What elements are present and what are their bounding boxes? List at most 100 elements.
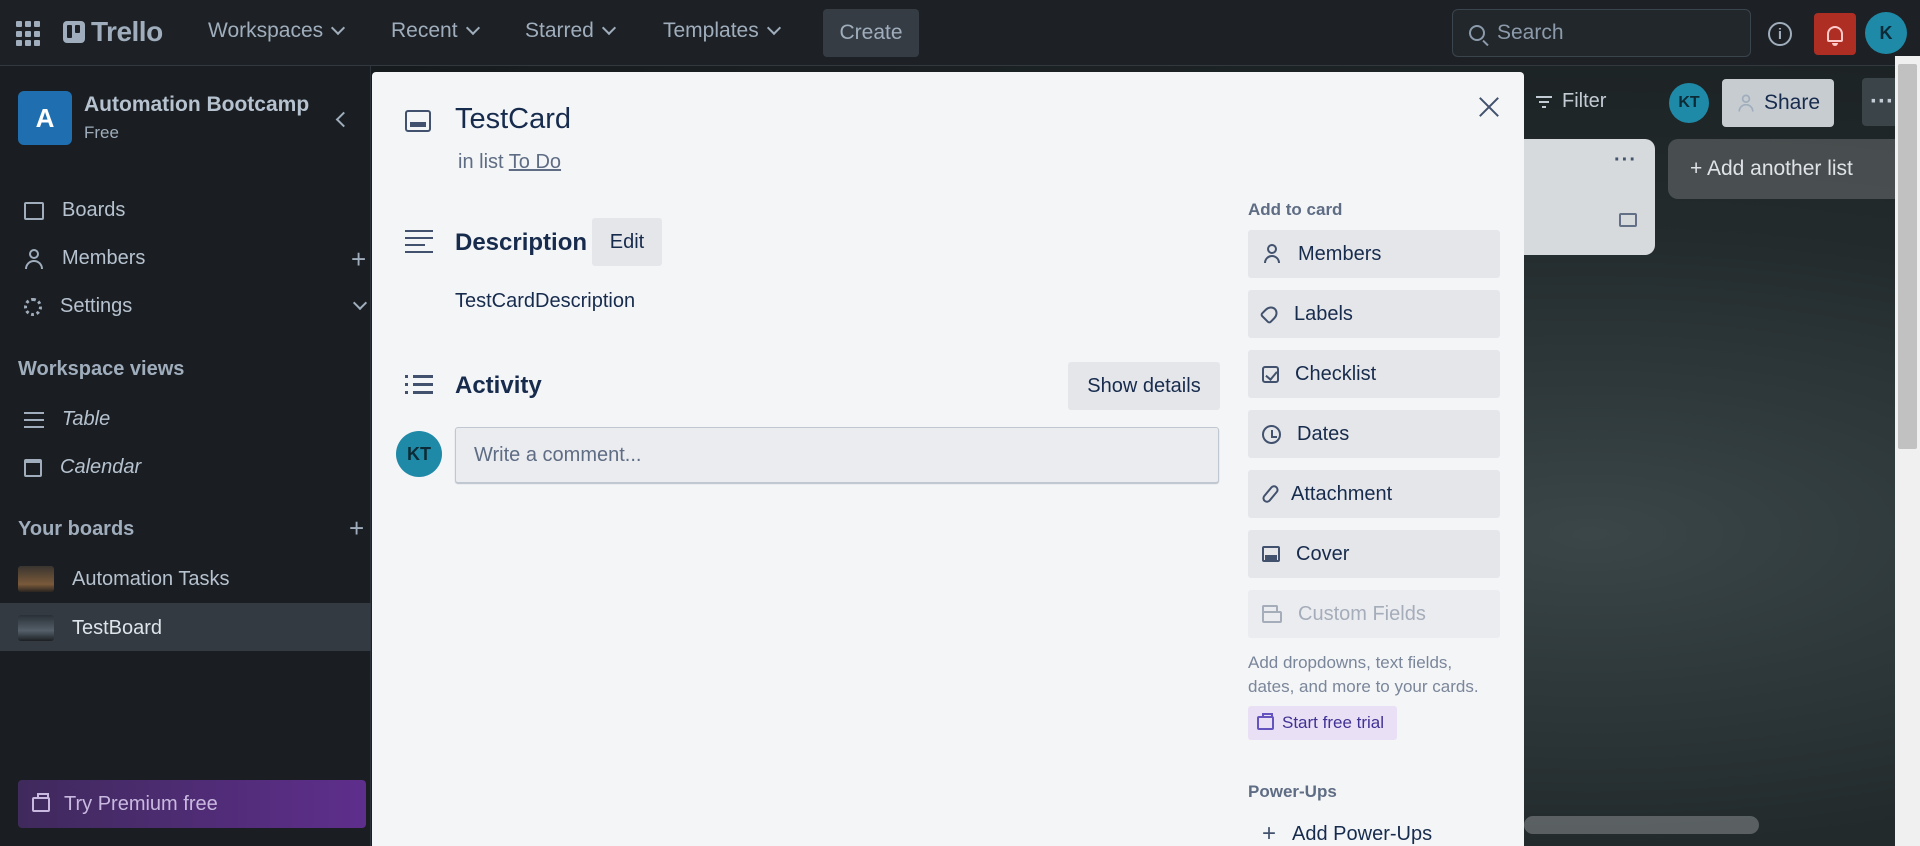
workspace-name: Automation Bootcamp — [84, 93, 310, 116]
card-members-button[interactable]: Members — [1248, 230, 1500, 278]
card-attachment-button[interactable]: Attachment — [1248, 470, 1500, 518]
sidebar-item-table[interactable]: Table — [24, 408, 110, 431]
chevron-down-icon — [766, 20, 781, 36]
search-icon — [1469, 25, 1485, 41]
trello-logo[interactable]: Trello — [63, 16, 163, 47]
plus-icon: + — [1262, 820, 1277, 846]
sidebar-item-settings[interactable]: Settings — [24, 295, 132, 318]
workspace-plan: Free — [84, 123, 119, 142]
board-member-avatar[interactable]: KT — [1669, 83, 1709, 123]
sidebar-item-label: Table — [62, 408, 111, 430]
checklist-icon — [1262, 365, 1279, 383]
filter-icon — [1536, 95, 1552, 108]
card-checklist-button[interactable]: Checklist — [1248, 350, 1500, 398]
clock-icon — [1262, 424, 1281, 444]
templates-label: Templates — [663, 19, 759, 42]
share-label: Share — [1763, 91, 1821, 114]
try-premium-button[interactable]: Try Premium free — [18, 780, 366, 828]
account-avatar[interactable]: K — [1865, 12, 1907, 54]
button-label: Custom Fields — [1298, 602, 1426, 625]
card-cover-button[interactable]: Cover — [1248, 530, 1500, 578]
add-member-icon[interactable]: + — [351, 246, 366, 272]
trello-logo-icon — [63, 21, 85, 43]
collapse-sidebar-icon[interactable] — [335, 111, 352, 128]
add-board-icon[interactable]: + — [349, 515, 364, 541]
filter-button[interactable]: Filter — [1536, 90, 1606, 113]
app-switcher-icon[interactable] — [16, 21, 42, 47]
button-label: Labels — [1294, 302, 1353, 325]
person-icon — [1262, 244, 1282, 264]
cover-icon — [1262, 546, 1280, 562]
sidebar-item-label: Boards — [62, 199, 126, 221]
page-vertical-scrollbar[interactable] — [1895, 56, 1920, 846]
start-free-trial-button[interactable]: Start free trial — [1248, 706, 1397, 740]
activity-icon — [405, 375, 435, 397]
custom-fields-icon — [1262, 605, 1282, 623]
recent-label: Recent — [391, 19, 458, 42]
workspace-avatar: A — [18, 91, 72, 145]
sidebar-item-calendar[interactable]: Calendar — [24, 456, 141, 479]
button-label: Dates — [1297, 422, 1350, 445]
create-button[interactable]: Create — [823, 9, 919, 57]
templates-menu[interactable]: Templates — [663, 19, 781, 43]
chevron-down-icon — [465, 20, 480, 36]
sidebar-item-label: Calendar — [60, 456, 142, 478]
recent-menu[interactable]: Recent — [391, 19, 480, 43]
trial-label: Start free trial — [1282, 713, 1385, 732]
board-horizontal-scrollbar[interactable] — [1524, 816, 1759, 834]
workspace-views-heading: Workspace views — [18, 358, 185, 380]
button-label: Attachment — [1291, 482, 1393, 505]
table-icon — [24, 411, 44, 428]
sidebar-item-label: Settings — [60, 295, 133, 317]
sidebar-board-automation-tasks[interactable]: Automation Tasks — [18, 566, 230, 592]
add-powerups-label: Add Power-Ups — [1292, 822, 1433, 845]
gear-icon — [24, 297, 42, 316]
show-details-button[interactable]: Show details — [1068, 362, 1220, 410]
chevron-down-icon[interactable] — [352, 295, 368, 311]
starred-menu[interactable]: Starred — [525, 19, 616, 43]
card-title[interactable]: TestCard — [455, 103, 571, 136]
briefcase-icon — [1257, 713, 1274, 730]
notifications-button[interactable] — [1814, 13, 1856, 55]
custom-fields-note: Add dropdowns, text fields, dates, and m… — [1248, 653, 1479, 696]
calendar-icon — [24, 458, 42, 477]
workspace-header[interactable]: A Automation Bootcamp Free — [18, 91, 309, 145]
chevron-down-icon — [331, 20, 346, 36]
sidebar-board-testboard[interactable]: TestBoard — [18, 615, 162, 641]
description-text[interactable]: TestCardDescription — [455, 290, 635, 313]
paperclip-icon — [1260, 483, 1281, 505]
add-to-card-heading: Add to card — [1248, 200, 1343, 219]
board-icon — [24, 201, 44, 220]
tag-icon — [1259, 303, 1281, 325]
add-list-button[interactable]: + Add another list — [1668, 139, 1895, 199]
list-menu-icon[interactable]: ··· — [1614, 149, 1637, 172]
info-icon[interactable]: i — [1768, 22, 1792, 46]
card-labels-button[interactable]: Labels — [1248, 290, 1500, 338]
share-button[interactable]: Share — [1722, 79, 1834, 127]
scrollbar-thumb[interactable] — [1898, 64, 1917, 449]
card-custom-fields-button[interactable]: Custom Fields — [1248, 590, 1500, 638]
top-navigation: Trello Workspaces Recent Starred Templat… — [0, 0, 1920, 66]
add-powerups-button[interactable]: + Add Power-Ups — [1262, 822, 1432, 846]
search-input[interactable]: Search — [1452, 9, 1751, 57]
sidebar-item-boards[interactable]: Boards — [24, 199, 125, 222]
button-label: Checklist — [1295, 362, 1377, 385]
description-icon — [405, 230, 433, 253]
workspace-sidebar: A Automation Bootcamp Free Boards Member… — [0, 66, 371, 846]
edit-description-button[interactable]: Edit — [592, 218, 662, 266]
description-heading: Description — [455, 229, 588, 256]
board-menu-button[interactable]: ··· — [1862, 78, 1895, 126]
board-thumbnail — [18, 566, 54, 592]
comment-input[interactable] — [455, 427, 1219, 483]
close-icon[interactable] — [1476, 94, 1502, 120]
search-placeholder: Search — [1497, 21, 1564, 44]
logo-text: Trello — [91, 16, 163, 47]
card-template-icon[interactable] — [1619, 213, 1637, 227]
card-dates-button[interactable]: Dates — [1248, 410, 1500, 458]
button-label: Cover — [1296, 542, 1350, 565]
workspaces-menu[interactable]: Workspaces — [208, 19, 346, 43]
sidebar-item-members[interactable]: Members — [24, 247, 145, 270]
chevron-down-icon — [601, 20, 616, 36]
list-link[interactable]: To Do — [509, 151, 561, 173]
card-icon — [405, 110, 431, 132]
